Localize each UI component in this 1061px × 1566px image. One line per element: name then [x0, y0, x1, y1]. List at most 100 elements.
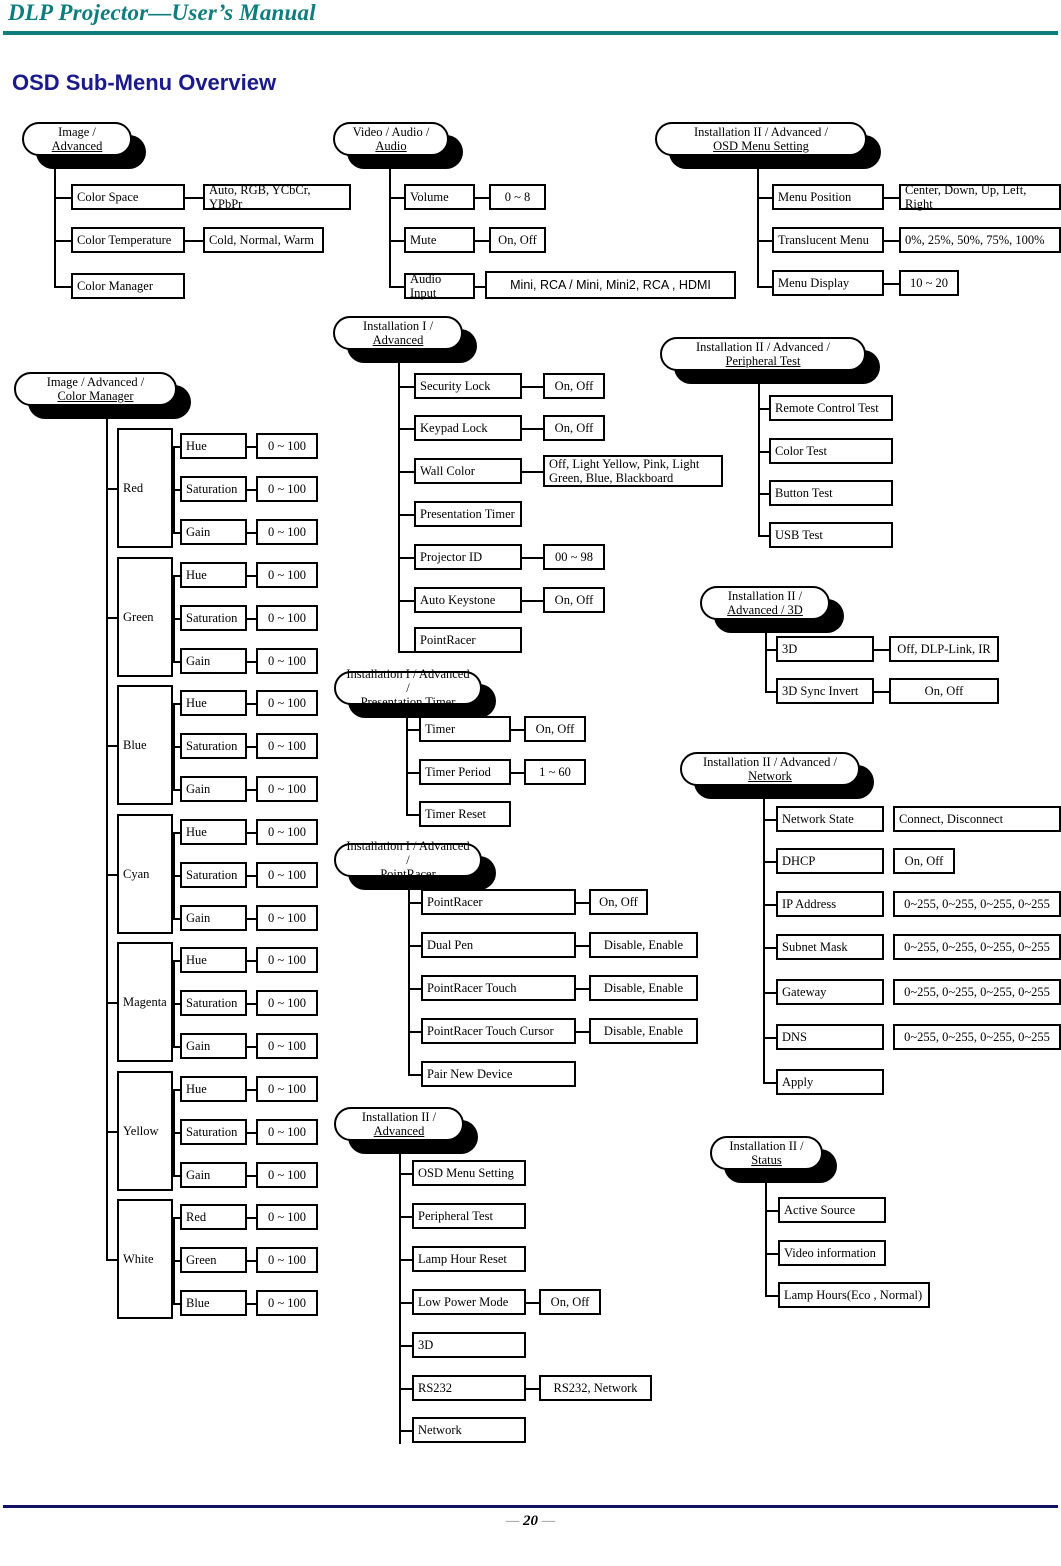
heading-line2: Color Manager [57, 389, 134, 403]
menu-item-lamp-hours[interactable]: Lamp Hours(Eco , Normal) [778, 1282, 930, 1308]
menu-item-button-test[interactable]: Button Test [769, 480, 893, 506]
menu-item-timer[interactable]: Timer [419, 716, 511, 742]
group-heading-osd-menu-setting[interactable]: Installation II / Advanced / OSD Menu Se… [655, 122, 881, 169]
menu-item-3d[interactable]: 3D [776, 636, 874, 662]
menu-item-pointracer-touch[interactable]: PointRacer Touch [421, 975, 576, 1001]
menu-item-remote-control-test[interactable]: Remote Control Test [769, 395, 893, 421]
group-heading-3d[interactable]: Installation II / Advanced / 3D [700, 586, 844, 633]
value-connector [511, 729, 525, 731]
color-param-blue-saturation[interactable]: Saturation [180, 733, 247, 759]
color-param-cyan-hue[interactable]: Hue [180, 819, 247, 845]
color-channel-white[interactable]: White [117, 1199, 173, 1319]
group-heading-peripheral-test[interactable]: Installation II / Advanced / Peripheral … [660, 337, 880, 384]
color-param-red-saturation[interactable]: Saturation [180, 476, 247, 502]
color-param-blue-gain[interactable]: Gain [180, 776, 247, 802]
color-param-magenta-hue[interactable]: Hue [180, 947, 247, 973]
color-param-white-green[interactable]: Green [180, 1247, 247, 1273]
menu-item-dhcp[interactable]: DHCP [776, 848, 884, 874]
menu-item-gateway[interactable]: Gateway [776, 979, 884, 1005]
menu-item-keypad-lock[interactable]: Keypad Lock [414, 415, 522, 441]
group-heading-status[interactable]: Installation II / Status [710, 1136, 837, 1183]
menu-item-network-state[interactable]: Network State [776, 806, 884, 832]
color-channel-cyan[interactable]: Cyan [117, 814, 173, 934]
menu-item-dns[interactable]: DNS [776, 1024, 884, 1050]
menu-item-pointracer-touch-cursor[interactable]: PointRacer Touch Cursor [421, 1018, 576, 1044]
color-param-white-blue[interactable]: Blue [180, 1290, 247, 1316]
branch [765, 1253, 779, 1255]
color-param-green-gain[interactable]: Gain [180, 648, 247, 674]
color-param-green-saturation[interactable]: Saturation [180, 605, 247, 631]
menu-item-security-lock[interactable]: Security Lock [414, 373, 522, 399]
branch [765, 1210, 779, 1212]
group-heading-video-audio[interactable]: Video / Audio / Audio [333, 122, 463, 169]
menu-item-dual-pen[interactable]: Dual Pen [421, 932, 576, 958]
menu-item-ip-address[interactable]: IP Address [776, 891, 884, 917]
menu-item-3d-root[interactable]: 3D [412, 1332, 526, 1358]
menu-item-apply[interactable]: Apply [776, 1069, 884, 1095]
color-param-cyan-saturation[interactable]: Saturation [180, 862, 247, 888]
menu-item-pointracer[interactable]: PointRacer [414, 627, 522, 653]
menu-item-auto-keystone[interactable]: Auto Keystone [414, 587, 522, 613]
menu-item-mute[interactable]: Mute [404, 227, 475, 253]
menu-value-color-space: Auto, RGB, YCbCr, YPbPr [203, 183, 351, 211]
menu-item-timer-period[interactable]: Timer Period [419, 759, 511, 785]
color-param-white-red[interactable]: Red [180, 1204, 247, 1230]
group-heading-installation-i-advanced[interactable]: Installation I / Advanced [333, 316, 477, 363]
menu-item-menu-display[interactable]: Menu Display [772, 270, 884, 296]
menu-item-wall-color[interactable]: Wall Color [414, 458, 522, 484]
menu-item-color-manager[interactable]: Color Manager [71, 273, 185, 299]
menu-item-audio-input[interactable]: Audio Input [404, 272, 475, 300]
menu-item-low-power-mode[interactable]: Low Power Mode [412, 1289, 526, 1315]
color-channel-red[interactable]: Red [117, 428, 173, 548]
color-param-magenta-gain[interactable]: Gain [180, 1033, 247, 1059]
color-param-yellow-saturation[interactable]: Saturation [180, 1119, 247, 1145]
menu-item-timer-reset[interactable]: Timer Reset [419, 801, 511, 827]
group-heading-presentation-timer[interactable]: Installation I / Advanced / Presentation… [334, 667, 496, 718]
group-heading-installation-ii-advanced[interactable]: Installation II / Advanced [334, 1107, 478, 1154]
menu-item-pair-new-device[interactable]: Pair New Device [421, 1061, 576, 1087]
menu-item-pointracer-root[interactable]: PointRacer [421, 889, 576, 915]
menu-item-menu-position[interactable]: Menu Position [772, 184, 884, 210]
color-param-cyan-gain[interactable]: Gain [180, 905, 247, 931]
menu-item-network-root[interactable]: Network [412, 1417, 526, 1443]
menu-item-rs232[interactable]: RS232 [412, 1375, 526, 1401]
menu-item-presentation-timer[interactable]: Presentation Timer [414, 501, 522, 527]
menu-item-active-source[interactable]: Active Source [778, 1197, 886, 1223]
heading-body: Installation II / Advanced [334, 1107, 464, 1141]
menu-item-color-space[interactable]: Color Space [71, 184, 185, 210]
menu-item-osd-menu-setting[interactable]: OSD Menu Setting [412, 1160, 526, 1186]
color-channel-yellow[interactable]: Yellow [117, 1071, 173, 1191]
color-channel-green[interactable]: Green [117, 557, 173, 677]
color-param-red-gain[interactable]: Gain [180, 519, 247, 545]
menu-item-volume[interactable]: Volume [404, 184, 475, 210]
group-heading-pointracer[interactable]: Installation I / Advanced / PointRacer [334, 839, 496, 890]
value-connector [522, 386, 544, 388]
color-param-blue-hue[interactable]: Hue [180, 690, 247, 716]
color-value-red-saturation: 0 ~ 100 [256, 476, 318, 502]
menu-item-translucent-menu[interactable]: Translucent Menu [772, 227, 884, 253]
menu-item-subnet-mask[interactable]: Subnet Mask [776, 934, 884, 960]
group-heading-color-manager[interactable]: Image / Advanced / Color Manager [14, 372, 191, 419]
color-channel-blue[interactable]: Blue [117, 685, 173, 805]
menu-item-label: Keypad Lock [420, 421, 488, 435]
menu-item-peripheral-test[interactable]: Peripheral Test [412, 1203, 526, 1229]
menu-item-projector-id[interactable]: Projector ID [414, 544, 522, 570]
group-heading-image-advanced[interactable]: Image / Advanced [22, 122, 146, 169]
menu-item-3d-sync-invert[interactable]: 3D Sync Invert [776, 678, 874, 704]
heading-line2: PointRacer [380, 867, 436, 882]
color-param-magenta-saturation[interactable]: Saturation [180, 990, 247, 1016]
color-param-red-hue[interactable]: Hue [180, 433, 247, 459]
color-param-green-hue[interactable]: Hue [180, 562, 247, 588]
color-param-yellow-gain[interactable]: Gain [180, 1162, 247, 1188]
color-channel-magenta[interactable]: Magenta [117, 942, 173, 1062]
menu-item-color-temperature[interactable]: Color Temperature [71, 227, 185, 253]
menu-item-video-information[interactable]: Video information [778, 1240, 886, 1266]
group-heading-network[interactable]: Installation II / Advanced / Network [680, 752, 874, 799]
menu-item-color-test[interactable]: Color Test [769, 438, 893, 464]
menu-value-text: Cold, Normal, Warm [209, 233, 314, 247]
color-param-yellow-hue[interactable]: Hue [180, 1076, 247, 1102]
color-value-red-gain: 0 ~ 100 [256, 519, 318, 545]
menu-item-lamp-hour-reset[interactable]: Lamp Hour Reset [412, 1246, 526, 1272]
menu-item-usb-test[interactable]: USB Test [769, 522, 893, 548]
menu-value-text: On, Off [554, 593, 594, 607]
